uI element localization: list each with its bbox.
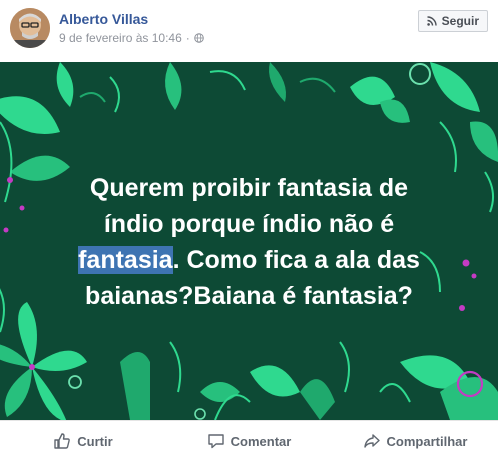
comment-icon [207, 434, 224, 449]
like-button[interactable]: Curtir [0, 432, 166, 450]
follow-label: Seguir [441, 14, 479, 28]
post-timestamp[interactable]: 9 de fevereiro às 10:46 [59, 31, 182, 45]
caption-line: Querem proibir fantasia de [89, 174, 409, 202]
caption-line: fantasia. Como fica a ala das [20, 242, 478, 278]
thumbs-up-icon [54, 433, 71, 449]
share-button[interactable]: Compartilhar [332, 432, 498, 450]
image-caption-text: Querem proibir fantasia de índio porque … [20, 170, 478, 314]
meta-separator: · [185, 31, 190, 45]
share-label: Compartilhar [386, 433, 468, 449]
globe-icon [193, 33, 204, 43]
follow-button[interactable]: Seguir [417, 10, 488, 32]
selected-text: fantasia [78, 246, 173, 274]
author-name[interactable]: Alberto Villas [59, 11, 148, 27]
rss-icon [426, 16, 437, 26]
post-actions: Curtir Comentar Compartilhar [0, 420, 498, 461]
post-meta: 9 de fevereiro às 10:46 · [59, 31, 204, 45]
caption-line: índio porque índio não é [103, 210, 395, 238]
like-label: Curtir [77, 433, 113, 449]
comment-button[interactable]: Comentar [166, 432, 332, 450]
avatar-photo-icon [10, 8, 50, 48]
caption-line-rest: . Como fica a ala das [172, 246, 420, 274]
post-image[interactable]: Querem proibir fantasia de índio porque … [0, 62, 498, 420]
comment-label: Comentar [230, 433, 292, 449]
avatar[interactable] [10, 8, 50, 48]
caption-line: baianas?Baiana é fantasia? [85, 282, 413, 310]
share-icon [363, 434, 380, 448]
post-header: Alberto Villas 9 de fevereiro às 10:46 ·… [0, 0, 498, 62]
